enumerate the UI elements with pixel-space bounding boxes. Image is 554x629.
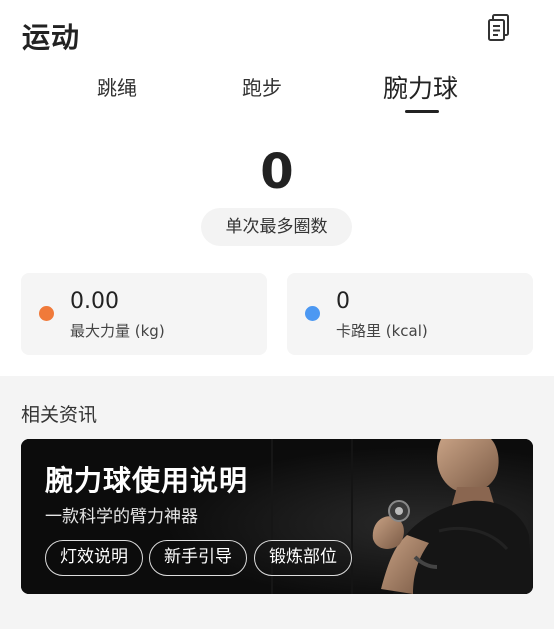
max-force-value: 0.00: [70, 289, 119, 314]
header: 运动: [0, 0, 554, 60]
training-area-button[interactable]: 锻炼部位: [254, 540, 352, 576]
banner-subtitle: 一款科学的臂力神器: [45, 507, 198, 527]
blue-dot-icon: [305, 306, 320, 321]
page-title: 运动: [22, 21, 81, 54]
calories-label: 卡路里 (kcal): [336, 322, 428, 340]
section-title: 相关资讯: [21, 404, 98, 426]
beginner-guide-button[interactable]: 新手引导: [149, 540, 247, 576]
wrist-ball-guide-banner[interactable]: 腕力球使用说明 一款科学的臂力神器 灯效说明 新手引导 锻炼部位: [21, 439, 533, 594]
orange-dot-icon: [39, 306, 54, 321]
active-tab-indicator: [405, 110, 439, 113]
tab-running[interactable]: 跑步: [242, 72, 282, 101]
light-effect-guide-button[interactable]: 灯效说明: [45, 540, 143, 576]
document-list-icon[interactable]: [484, 12, 514, 44]
tab-jump-rope[interactable]: 跳绳: [97, 72, 137, 101]
max-force-label: 最大力量 (kg): [70, 322, 165, 340]
related-news-section: 相关资讯 腕力球使用说明 一款科学的臂力神器 灯效说明 新手引导 锻炼部位: [0, 376, 554, 629]
calories-value: 0: [336, 289, 350, 314]
max-force-card: 0.00 最大力量 (kg): [21, 273, 267, 355]
max-rotations-value: 0: [260, 144, 294, 200]
banner-title: 腕力球使用说明: [45, 464, 249, 497]
tab-wrist-ball[interactable]: 腕力球: [383, 69, 458, 105]
calories-card: 0 卡路里 (kcal): [287, 273, 533, 355]
metric-selector-pill[interactable]: 单次最多圈数: [201, 208, 352, 246]
tab-bar: 跳绳 跑步 腕力球: [0, 66, 554, 116]
